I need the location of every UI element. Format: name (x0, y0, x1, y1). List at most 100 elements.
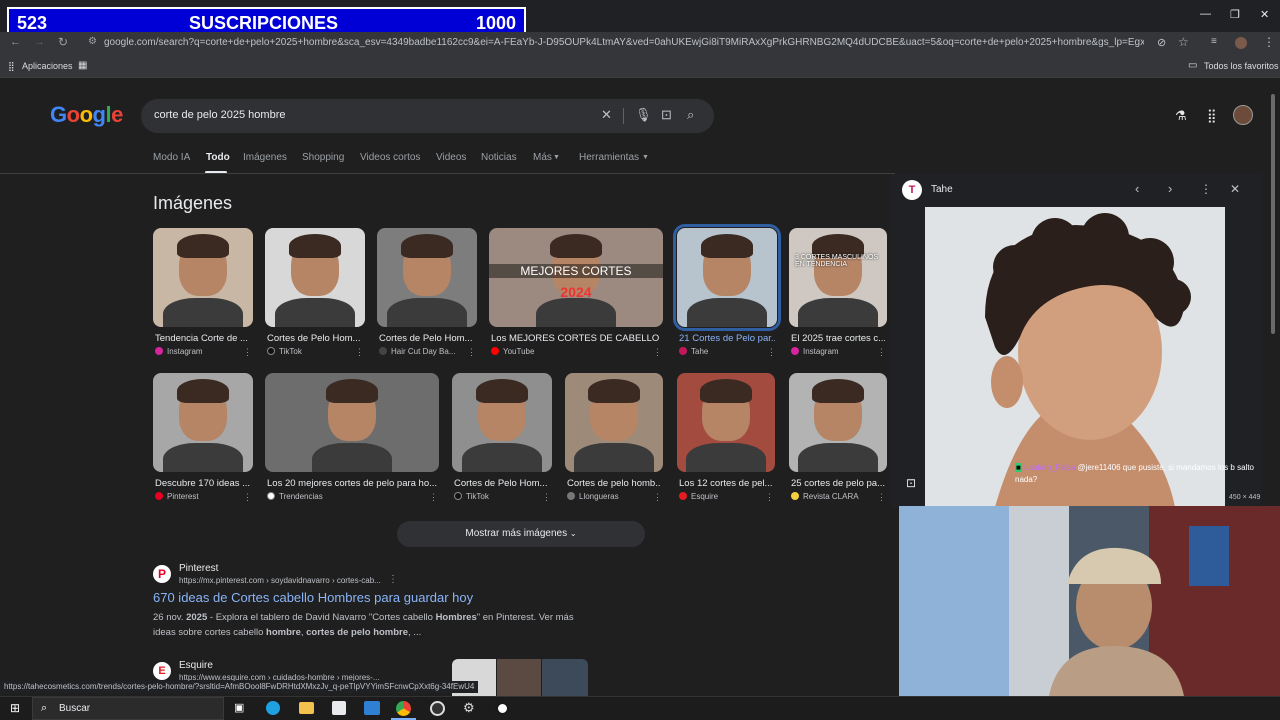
tab-videos-cortos[interactable]: Videos cortos (360, 152, 420, 163)
image-menu-icon[interactable]: ⋮ (653, 492, 662, 503)
image-thumbnail[interactable] (153, 228, 253, 327)
bookmark-apps[interactable]: Aplicaciones (22, 61, 73, 71)
image-thumbnail[interactable]: 3 CORTES MASCULINOS EN TENDENCIA (789, 228, 887, 327)
panel-source-name[interactable]: Tahe (931, 184, 953, 195)
image-menu-icon[interactable]: ⋮ (877, 347, 886, 358)
tab-videos[interactable]: Videos (436, 152, 466, 163)
labs-flask-icon[interactable]: ⚗ (1175, 108, 1187, 124)
taskbar-search-input[interactable]: Buscar (59, 703, 90, 714)
image-menu-icon[interactable]: ⋮ (767, 347, 776, 358)
search-icon[interactable]: ⌕ (687, 107, 694, 123)
microphone-icon[interactable]: 🎙 (635, 107, 652, 123)
image-caption[interactable]: 25 cortes de pelo pa... (791, 478, 885, 489)
image-caption[interactable]: Descubre 170 ideas ... (155, 478, 251, 489)
app-icon[interactable] (495, 701, 510, 716)
image-source[interactable]: Llongueras (567, 492, 645, 501)
tab-shopping[interactable]: Shopping (302, 152, 344, 163)
url-field[interactable]: google.com/search?q=corte+de+pelo+2025+h… (104, 37, 1144, 48)
image-caption[interactable]: Los 12 cortes de pel... (679, 478, 773, 489)
image-menu-icon[interactable]: ⋮ (653, 347, 662, 358)
windows-start-icon[interactable]: ⊞ (10, 701, 20, 715)
store-icon[interactable] (332, 701, 346, 715)
result-thumb[interactable] (542, 659, 588, 696)
lens-search-icon[interactable]: ⊡ (906, 476, 916, 490)
next-image-icon[interactable]: › (1168, 181, 1172, 196)
bookmark-all[interactable]: Todos los favoritos (1204, 61, 1279, 71)
google-apps-icon[interactable]: ⣿ (1207, 108, 1217, 124)
close-panel-icon[interactable]: ✕ (1230, 182, 1240, 196)
image-thumbnail[interactable] (789, 373, 887, 472)
image-thumbnail[interactable] (265, 228, 365, 327)
tab-herramientas[interactable]: Herramientas (579, 152, 639, 163)
image-thumbnail[interactable] (677, 373, 775, 472)
image-menu-icon[interactable]: ⋮ (542, 492, 551, 503)
clear-icon[interactable]: ✕ (601, 107, 612, 123)
close-window-icon[interactable]: ✕ (1260, 8, 1269, 21)
image-menu-icon[interactable]: ⋮ (429, 492, 438, 503)
task-view-icon[interactable]: ▣ (234, 701, 244, 714)
image-source[interactable]: Instagram (791, 347, 869, 356)
media-icon[interactable]: ≡ (1211, 36, 1217, 47)
more-images-button[interactable]: Mostrar más imágenes ⌄ (397, 521, 645, 547)
image-source[interactable]: Esquire (679, 492, 757, 501)
forward-icon[interactable]: → (34, 36, 45, 48)
taskbar-search[interactable]: ⌕ Buscar (32, 697, 224, 720)
search-box[interactable]: corte de pelo 2025 hombre ✕ 🎙 ⊡ ⌕ (141, 99, 714, 133)
tab-groups-icon[interactable]: ▦ (78, 60, 87, 71)
image-menu-icon[interactable]: ⋮ (243, 347, 252, 358)
reload-icon[interactable]: ↻ (58, 35, 68, 49)
profile-avatar-icon[interactable] (1235, 37, 1247, 49)
tab-noticias[interactable]: Noticias (481, 152, 517, 163)
eye-off-icon[interactable]: ⊘ (1157, 36, 1166, 49)
search-input[interactable]: corte de pelo 2025 hombre (154, 109, 285, 121)
image-source[interactable]: TikTok (454, 492, 534, 501)
bookmark-star-icon[interactable]: ☆ (1178, 35, 1189, 49)
image-source[interactable]: Tahe (679, 347, 759, 356)
image-menu-icon[interactable]: ⋮ (243, 492, 252, 503)
image-menu-icon[interactable]: ⋮ (877, 492, 886, 503)
tab-modo-ia[interactable]: Modo IA (153, 152, 190, 163)
back-icon[interactable]: ← (10, 36, 21, 48)
google-logo[interactable]: Google (50, 102, 123, 128)
image-caption[interactable]: Tendencia Corte de ... (155, 333, 251, 344)
image-thumbnail[interactable]: MEJORES CORTES 2024 (489, 228, 663, 327)
image-source[interactable]: YouTube (491, 347, 645, 356)
restore-icon[interactable]: ❐ (1230, 8, 1240, 21)
image-caption[interactable]: El 2025 trae cortes c... (791, 333, 885, 344)
image-source[interactable]: Pinterest (155, 492, 235, 501)
apps-grid-icon[interactable]: ⣿ (8, 61, 15, 72)
chrome-icon[interactable] (396, 701, 411, 716)
image-source[interactable]: Trendencias (267, 492, 421, 501)
image-source[interactable]: Hair Cut Day Ba... (379, 347, 459, 356)
account-avatar[interactable] (1233, 105, 1253, 125)
image-thumbnail[interactable] (565, 373, 663, 472)
image-source[interactable]: TikTok (267, 347, 347, 356)
tab-imagenes[interactable]: Imágenes (243, 152, 287, 163)
image-caption[interactable]: Cortes de pelo homb... (567, 478, 661, 489)
image-menu-icon[interactable]: ⋮ (765, 492, 774, 503)
image-source[interactable]: Revista CLARA (791, 492, 869, 501)
image-thumbnail[interactable] (377, 228, 477, 327)
obs-icon[interactable] (430, 701, 445, 716)
minimize-icon[interactable]: — (1200, 8, 1211, 20)
settings-gear-icon[interactable]: ⚙ (463, 700, 475, 716)
image-caption[interactable]: Los MEJORES CORTES DE CABELLO P... (491, 333, 661, 344)
image-thumbnail[interactable] (452, 373, 552, 472)
image-thumbnail[interactable] (673, 224, 781, 331)
result-thumb[interactable] (497, 659, 541, 696)
image-menu-icon[interactable]: ⋮ (467, 347, 476, 358)
panel-menu-icon[interactable]: ⋮ (1200, 182, 1212, 196)
image-thumbnail[interactable] (153, 373, 253, 472)
tab-todo[interactable]: Todo (206, 152, 230, 163)
browser-menu-icon[interactable]: ⋮ (1263, 35, 1275, 49)
lens-icon[interactable]: ⊡ (661, 107, 672, 123)
image-caption[interactable]: Cortes de Pelo Hom... (454, 478, 550, 489)
mail-icon[interactable] (364, 701, 380, 715)
scrollbar-thumb[interactable] (1271, 94, 1275, 334)
file-explorer-icon[interactable] (299, 702, 314, 714)
image-source[interactable]: Instagram (155, 347, 235, 356)
tab-mas[interactable]: Más (533, 152, 552, 163)
image-caption[interactable]: Los 20 mejores cortes de pelo para ho... (267, 478, 437, 489)
result-title-link[interactable]: 670 ideas de Cortes cabello Hombres para… (153, 590, 473, 605)
image-thumbnail[interactable] (265, 373, 439, 472)
